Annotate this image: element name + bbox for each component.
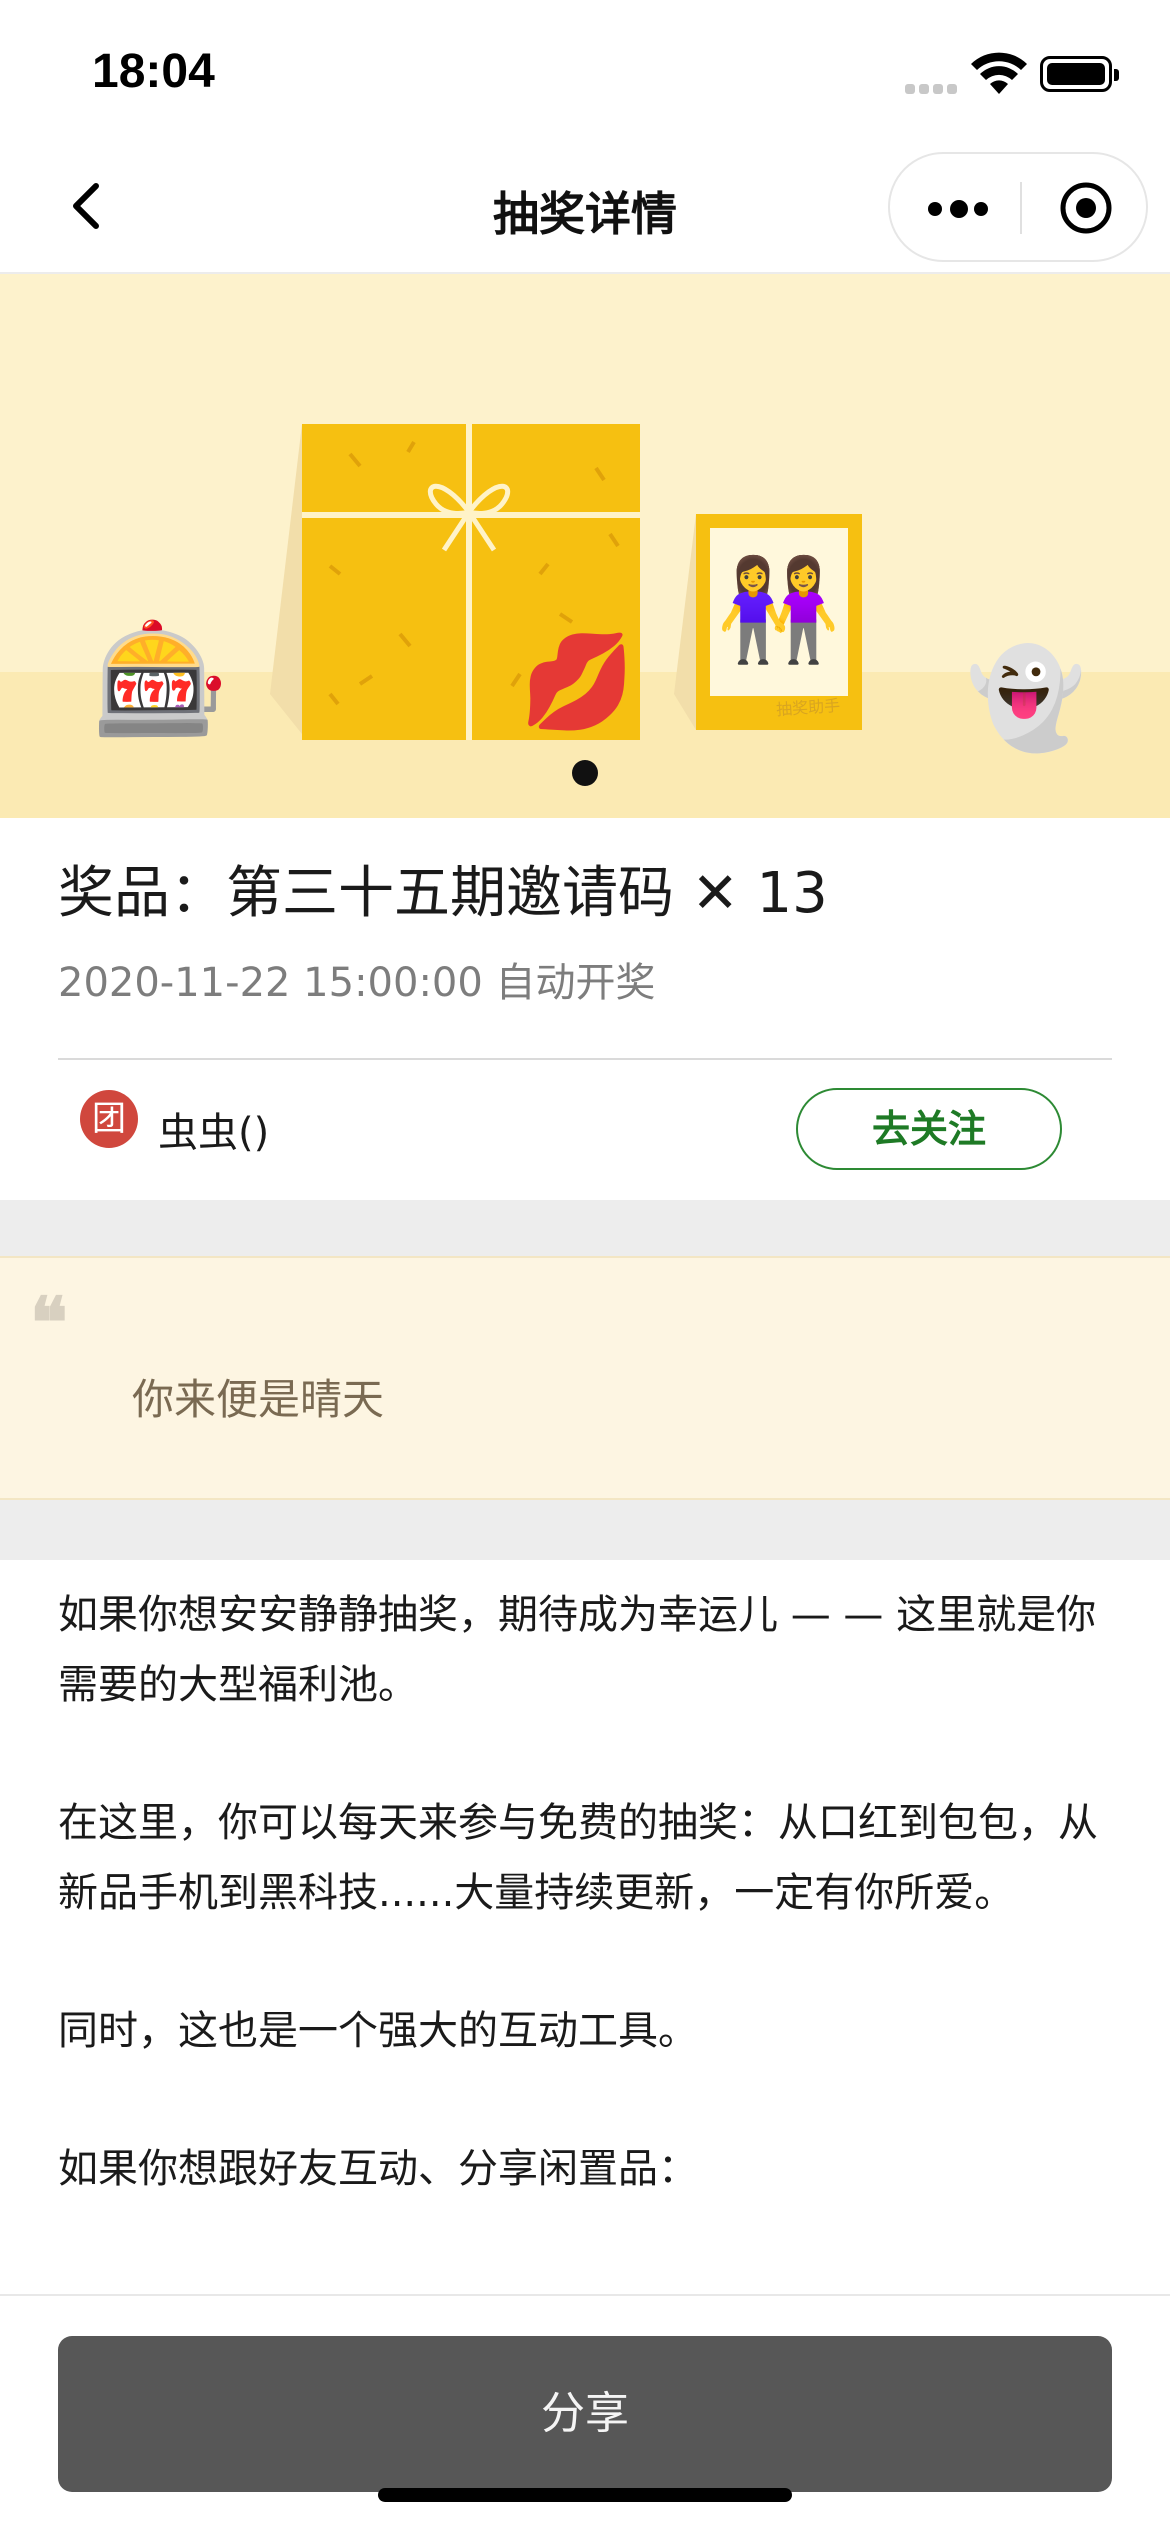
photo-caption: 抽奖助手	[775, 695, 841, 720]
carousel-dot-active[interactable]	[572, 760, 598, 786]
prize-title: 奖品：第三十五期邀请码 ✕ 13	[58, 861, 828, 926]
close-miniprogram-icon[interactable]	[1058, 180, 1114, 236]
description-paragraph: 如果你想跟好友互动、分享闲置品：	[58, 2146, 698, 2192]
description-paragraph: 在这里，你可以每天来参与免费的抽奖：从口红到包包，从新品手机到黑科技......…	[58, 1800, 1098, 1916]
prize-banner[interactable]: 🎰 💋 👭 抽奖助手 👻	[0, 274, 1170, 818]
draw-time: 2020-11-22 15:00:00 自动开奖	[58, 960, 656, 1006]
sponsor-avatar[interactable]: 团	[80, 1090, 138, 1148]
ghost-emoji: 👻	[966, 642, 1086, 754]
sponsor-name[interactable]: 虫虫()	[158, 1100, 269, 1158]
kiss-mark-emoji: 💋	[520, 628, 635, 735]
battery-icon	[1040, 56, 1119, 92]
miniprogram-capsule	[888, 152, 1148, 262]
description-paragraph: 如果你想安安静静抽奖，期待成为幸运儿 — — 这里就是你需要的大型福利池。	[58, 1592, 1097, 1708]
status-bar: 18:04	[0, 0, 1170, 140]
follow-button[interactable]: 去关注	[796, 1088, 1062, 1170]
quote-mark-icon: ❝	[30, 1281, 68, 1364]
share-button[interactable]: 分享	[58, 2336, 1112, 2492]
status-time: 18:04	[92, 45, 215, 98]
cellular-signal-icon	[905, 80, 957, 94]
quote-text: 你来便是晴天	[132, 1375, 385, 1424]
description: 如果你想安安静静抽奖，期待成为幸运儿 — — 这里就是你需要的大型福利池。 在这…	[58, 1580, 1118, 2272]
slot-machine-emoji: 🎰	[92, 615, 229, 743]
more-dots-icon[interactable]	[928, 196, 988, 220]
navigation-bar: 抽奖详情	[0, 140, 1170, 274]
two-women-emoji: 👭	[716, 551, 841, 668]
home-indicator[interactable]	[378, 2488, 792, 2502]
sponsor-row: 团 虫虫() 去关注	[0, 1060, 1170, 1200]
description-paragraph: 同时，这也是一个强大的互动工具。	[58, 2008, 698, 2054]
wifi-icon	[971, 52, 1027, 94]
quote-box: ❝ 你来便是晴天	[0, 1256, 1170, 1500]
